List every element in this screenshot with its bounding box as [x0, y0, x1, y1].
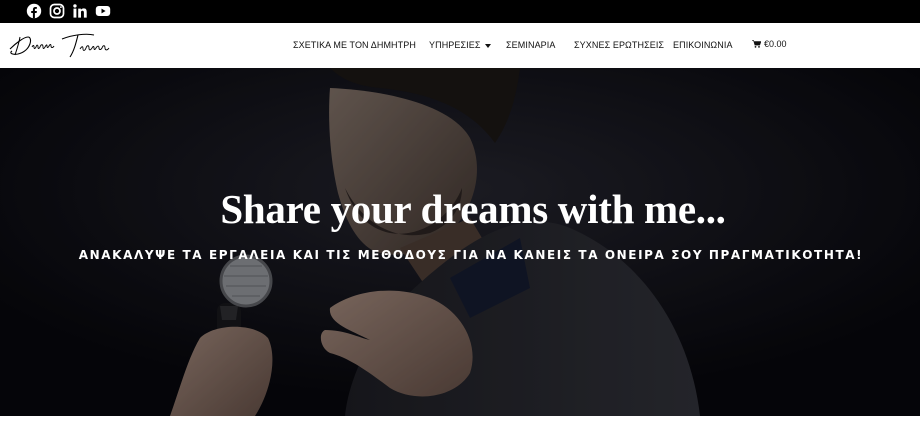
nav-services[interactable]: ΥΠΗΡΕΣΙΕΣ — [429, 40, 491, 50]
cart-total: €0.00 — [764, 39, 787, 49]
main-nav: ΣΧΕΤΙΚΑ ΜΕ ΤΟΝ ΔΗΜΗΤΡΗ ΥΠΗΡΕΣΙΕΣ ΣΕΜΙΝΑΡ… — [0, 23, 920, 68]
youtube-icon[interactable] — [95, 3, 111, 19]
nav-seminars[interactable]: ΣΕΜΙΝΑΡΙΑ — [506, 40, 555, 50]
site-header: ΣΧΕΤΙΚΑ ΜΕ ΤΟΝ ΔΗΜΗΤΡΗ ΥΠΗΡΕΣΙΕΣ ΣΕΜΙΝΑΡ… — [0, 23, 920, 68]
social-bar — [0, 0, 920, 23]
hero-background-image — [0, 68, 920, 416]
nav-about[interactable]: ΣΧΕΤΙΚΑ ΜΕ ΤΟΝ ΔΗΜΗΤΡΗ — [293, 40, 416, 50]
hero-title: Share your dreams with me... — [220, 186, 726, 232]
hero-section: Share your dreams with me... ΑΝΑΚΑΛΥΨΕ Τ… — [0, 68, 920, 416]
instagram-icon[interactable] — [49, 3, 65, 19]
social-links — [26, 3, 111, 19]
hero-subtitle: ΑΝΑΚΑΛΥΨΕ ΤΑ ΕΡΓΑΛΕΙΑ ΚΑΙ ΤΙΣ ΜΕΘΟΔΟΥΣ Γ… — [78, 248, 864, 262]
nav-contact[interactable]: ΕΠΙΚΟΙΝΩΝΙΑ — [673, 40, 733, 50]
facebook-icon[interactable] — [26, 3, 42, 19]
nav-faq[interactable]: ΣΥΧΝΕΣ ΕΡΩΤΗΣΕΙΣ — [574, 40, 664, 50]
linkedin-icon[interactable] — [72, 3, 88, 19]
chevron-down-icon — [484, 43, 491, 48]
cart-icon — [752, 40, 761, 48]
cart-button[interactable]: €0.00 — [752, 39, 787, 49]
page-bottom-edge — [0, 416, 920, 421]
nav-services-label: ΥΠΗΡΕΣΙΕΣ — [429, 40, 481, 50]
